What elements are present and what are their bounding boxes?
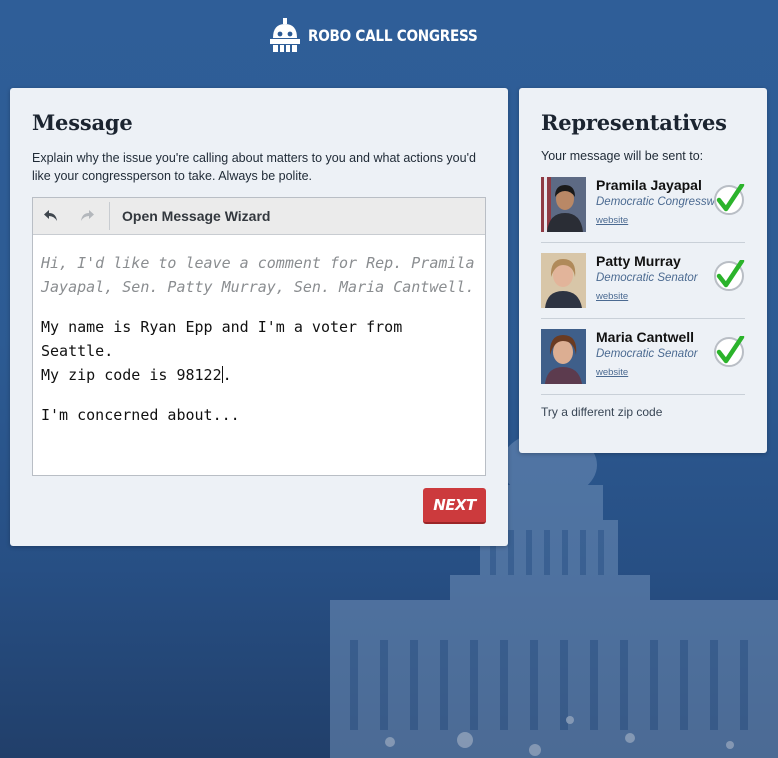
brand-name: ROBO CALL CONGRESS [308, 25, 478, 45]
representatives-panel: Representatives Your message will be sen… [519, 88, 767, 453]
representative-name: Patty Murray [596, 253, 681, 269]
representative-item: Patty Murray Democratic Senator website [541, 253, 745, 319]
undo-icon [44, 210, 57, 221]
representative-website-link[interactable]: website [596, 213, 628, 228]
redo-icon [81, 210, 94, 221]
intro-line-2: My zip code is 98122 [41, 366, 222, 384]
representative-item: Maria Cantwell Democratic Senator websit… [541, 329, 745, 395]
brand-logo[interactable]: ROBO CALL CONGRESS [0, 18, 778, 52]
message-concern: I'm concerned about... [41, 406, 240, 424]
intro-line-1: My name is Ryan Epp and I'm a voter from… [41, 318, 403, 360]
next-button[interactable]: NEXT [423, 488, 486, 524]
representative-title: Democratic Senator [596, 272, 698, 284]
message-greeting: Hi, I'd like to leave a comment for Rep.… [41, 254, 475, 296]
undo-button[interactable] [33, 198, 69, 235]
representatives-subheading: Your message will be sent to: [541, 149, 704, 163]
representative-name: Maria Cantwell [596, 329, 695, 345]
editor-toolbar: Open Message Wizard [33, 198, 485, 235]
representative-item: Pramila Jayapal Democratic Congresswoman… [541, 177, 745, 243]
representative-photo [541, 177, 586, 232]
checkmark-icon[interactable] [713, 184, 745, 216]
intro-line-2-end: . [222, 366, 232, 384]
message-heading: Message [32, 110, 133, 135]
message-instructions: Explain why the issue you're calling abo… [32, 151, 476, 183]
message-text-area[interactable]: Hi, I'd like to leave a comment for Rep.… [33, 235, 485, 459]
checkmark-icon[interactable] [713, 336, 745, 368]
representative-photo [541, 329, 586, 384]
open-message-wizard-button[interactable]: Open Message Wizard [122, 208, 270, 224]
representative-photo [541, 253, 586, 308]
representative-website-link[interactable]: website [596, 289, 628, 304]
message-editor[interactable]: Open Message Wizard Hi, I'd like to leav… [32, 197, 486, 476]
message-intro: My name is Ryan Epp and I'm a voter from… [41, 315, 477, 387]
toolbar-divider [109, 202, 110, 230]
representatives-list: Pramila Jayapal Democratic Congresswoman… [541, 177, 745, 395]
robot-icon [270, 18, 301, 52]
representative-title: Democratic Senator [596, 348, 698, 360]
representatives-heading: Representatives [541, 110, 727, 135]
message-panel: Message Explain why the issue you're cal… [10, 88, 508, 546]
representative-website-link[interactable]: website [596, 365, 628, 380]
checkmark-icon[interactable] [713, 260, 745, 292]
redo-button[interactable] [69, 198, 105, 235]
change-zip-code-link[interactable]: Try a different zip code [541, 405, 745, 419]
